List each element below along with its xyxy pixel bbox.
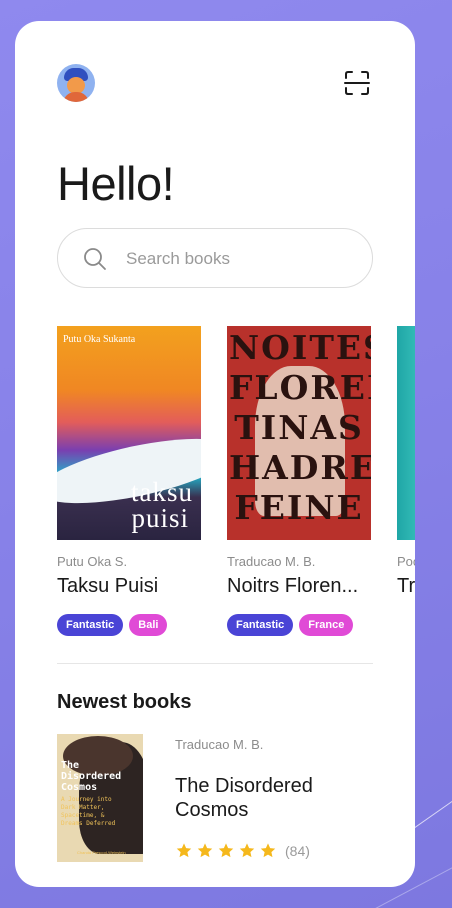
book-card[interactable]: Putu Oka Sukanta taksu puisi Putu Oka S.…	[57, 326, 203, 636]
search-bar[interactable]	[57, 228, 373, 288]
search-icon	[84, 248, 106, 270]
avatar-body	[63, 92, 89, 102]
star-icon	[218, 843, 234, 858]
user-avatar[interactable]	[57, 64, 95, 102]
scan-icon[interactable]	[343, 69, 371, 97]
tag-chip[interactable]: Fantastic	[57, 614, 124, 636]
review-count: (84)	[285, 842, 310, 859]
tag-chip[interactable]: Fantastic	[227, 614, 294, 636]
book-card[interactable]: NOITES FLOREN TINAS HADRE FEINE Traducao…	[227, 326, 373, 636]
book-cover[interactable]: NOITES FLOREN TINAS HADRE FEINE	[227, 326, 371, 540]
search-input[interactable]	[126, 243, 356, 275]
star-icon	[260, 843, 276, 858]
star-rating: (84)	[175, 842, 310, 859]
book-tags: Fantastic Bali	[57, 614, 203, 636]
book-author: Traducao M. B.	[175, 737, 264, 752]
book-title[interactable]: The Disordered Cosmos	[175, 774, 375, 822]
app-screen: Hello! Putu Oka Sukanta taksu puisi Putu…	[15, 21, 415, 887]
star-icon	[239, 843, 255, 858]
newest-book-item[interactable]: The Disordered Cosmos A Journey into Dar…	[57, 734, 387, 864]
cover-subtitle: A Journey into Dark Matter, Spacetime, &…	[61, 796, 116, 827]
book-title[interactable]: Noitrs Floren...	[227, 575, 372, 598]
cover-lettering: NOITES FLOREN TINAS HADRE FEINE	[229, 328, 371, 527]
book-author: Traducao M. B.	[227, 554, 316, 569]
book-author: Poc	[397, 554, 415, 569]
book-title[interactable]: Taksu Puisi	[57, 575, 202, 598]
section-title: Newest books	[57, 691, 192, 713]
divider	[57, 663, 373, 664]
cover-author: Chanda Prescod-Weinstein	[77, 850, 126, 855]
book-cover[interactable]	[397, 326, 415, 540]
book-tags: Fantastic France	[227, 614, 373, 636]
book-card[interactable]: Poc Tr	[397, 326, 415, 598]
tag-chip[interactable]: France	[299, 614, 354, 636]
cover-title: The Disordered Cosmos	[61, 760, 122, 793]
book-author: Putu Oka S.	[57, 554, 128, 569]
featured-books-carousel[interactable]: Putu Oka Sukanta taksu puisi Putu Oka S.…	[57, 326, 415, 646]
star-icon	[197, 843, 213, 858]
book-cover[interactable]: Putu Oka Sukanta taksu puisi	[57, 326, 201, 540]
book-title[interactable]: Tr	[397, 575, 415, 598]
book-cover[interactable]: The Disordered Cosmos A Journey into Dar…	[57, 734, 143, 862]
cover-title: puisi	[131, 503, 189, 533]
star-icon	[176, 843, 192, 858]
cover-author: Putu Oka Sukanta	[63, 334, 136, 345]
greeting-heading: Hello!	[57, 157, 175, 210]
tag-chip[interactable]: Bali	[129, 614, 168, 636]
